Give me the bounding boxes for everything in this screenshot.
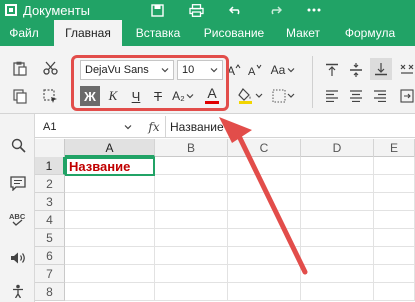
callout-arrow <box>219 117 308 275</box>
callout-arrow-shaft <box>235 131 308 275</box>
callout-arrow-head <box>219 117 252 143</box>
